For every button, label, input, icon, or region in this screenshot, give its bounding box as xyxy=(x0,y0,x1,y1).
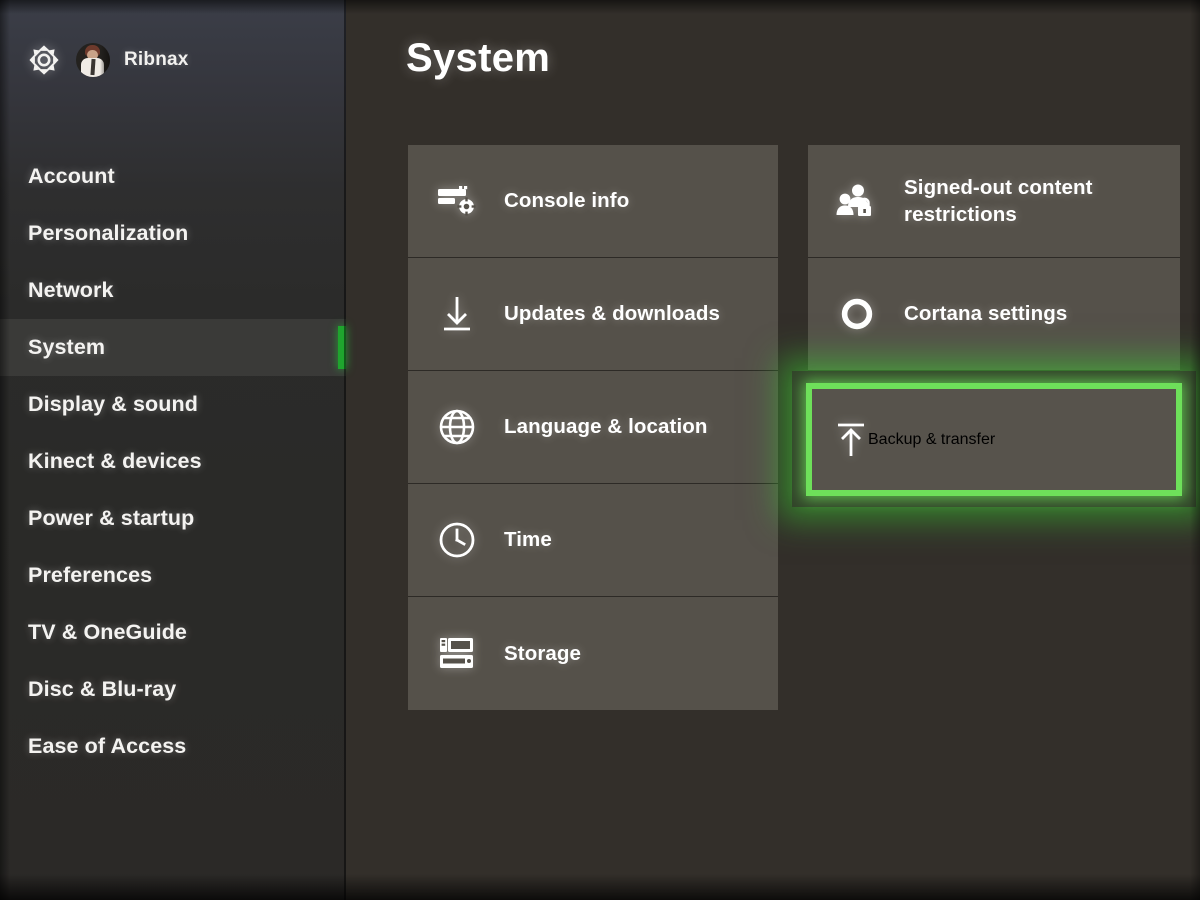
tile-label: Signed-out content restrictions xyxy=(904,174,1180,228)
download-arrow-icon xyxy=(436,293,478,335)
settings-tile-column-right: Signed-out content restrictions Cortana … xyxy=(808,145,1180,371)
globe-icon xyxy=(436,406,478,448)
sidebar-item-label: Network xyxy=(28,278,114,303)
sidebar-item-label: Ease of Access xyxy=(28,734,186,759)
sidebar-item-label: Power & startup xyxy=(28,506,194,531)
tile-backup-and-transfer[interactable]: Backup & transfer xyxy=(806,383,1182,496)
sidebar-item-network[interactable]: Network xyxy=(0,262,346,319)
tile-label: Time xyxy=(504,526,552,553)
account-header[interactable]: Ribnax xyxy=(26,42,189,78)
tile-backup-and-transfer-focus-wrapper: Backup & transfer xyxy=(792,371,1196,507)
sidebar-item-label: Preferences xyxy=(28,563,152,588)
tile-label: Backup & transfer xyxy=(868,431,995,449)
sidebar-item-label: Display & sound xyxy=(28,392,198,417)
tile-label: Updates & downloads xyxy=(504,300,720,327)
sidebar-item-power-and-startup[interactable]: Power & startup xyxy=(0,490,346,547)
sidebar: Ribnax Account Personalization Network S… xyxy=(0,0,346,900)
storage-drive-icon xyxy=(436,633,478,675)
sidebar-item-label: TV & OneGuide xyxy=(28,620,187,645)
sidebar-item-label: Disc & Blu-ray xyxy=(28,677,176,702)
page-title: System xyxy=(406,36,550,81)
tile-time[interactable]: Time xyxy=(408,484,778,597)
sidebar-item-account[interactable]: Account xyxy=(0,148,346,205)
clock-icon xyxy=(436,519,478,561)
sidebar-item-label: Personalization xyxy=(28,221,188,246)
sidebar-item-personalization[interactable]: Personalization xyxy=(0,205,346,262)
sidebar-item-system[interactable]: System xyxy=(0,319,346,376)
main-content: System xyxy=(346,0,1200,900)
sidebar-item-kinect-and-devices[interactable]: Kinect & devices xyxy=(0,433,346,490)
tile-signed-out-content-restrictions[interactable]: Signed-out content restrictions xyxy=(808,145,1180,258)
tile-label: Language & location xyxy=(504,413,708,440)
tile-console-info[interactable]: Console info xyxy=(408,145,778,258)
tile-label: Console info xyxy=(504,187,629,214)
xbox-settings-screen: Ribnax Account Personalization Network S… xyxy=(0,0,1200,900)
tile-language-and-location[interactable]: Language & location xyxy=(408,371,778,484)
sidebar-item-disc-and-bluray[interactable]: Disc & Blu-ray xyxy=(0,661,346,718)
sidebar-item-ease-of-access[interactable]: Ease of Access xyxy=(0,718,346,775)
account-gamertag: Ribnax xyxy=(124,49,189,71)
tile-cortana-settings[interactable]: Cortana settings xyxy=(808,258,1180,371)
sidebar-item-tv-and-oneguide[interactable]: TV & OneGuide xyxy=(0,604,346,661)
sidebar-item-label: System xyxy=(28,335,105,360)
sidebar-divider xyxy=(344,0,346,900)
tile-label: Cortana settings xyxy=(904,300,1067,327)
gear-icon[interactable] xyxy=(26,42,62,78)
sidebar-nav: Account Personalization Network System D… xyxy=(0,148,346,775)
upload-arrow-icon xyxy=(834,421,868,459)
sidebar-item-preferences[interactable]: Preferences xyxy=(0,547,346,604)
tile-updates-and-downloads[interactable]: Updates & downloads xyxy=(408,258,778,371)
cortana-ring-icon xyxy=(836,293,878,335)
sidebar-item-label: Account xyxy=(28,164,115,189)
sidebar-item-label: Kinect & devices xyxy=(28,449,202,474)
settings-tile-column-left: Console info Updates & downloads xyxy=(408,145,778,710)
avatar[interactable] xyxy=(76,43,110,77)
tile-label: Storage xyxy=(504,640,581,667)
tile-storage[interactable]: Storage xyxy=(408,597,778,710)
sidebar-item-display-and-sound[interactable]: Display & sound xyxy=(0,376,346,433)
console-gear-icon xyxy=(436,180,478,222)
people-lock-icon xyxy=(836,180,878,222)
